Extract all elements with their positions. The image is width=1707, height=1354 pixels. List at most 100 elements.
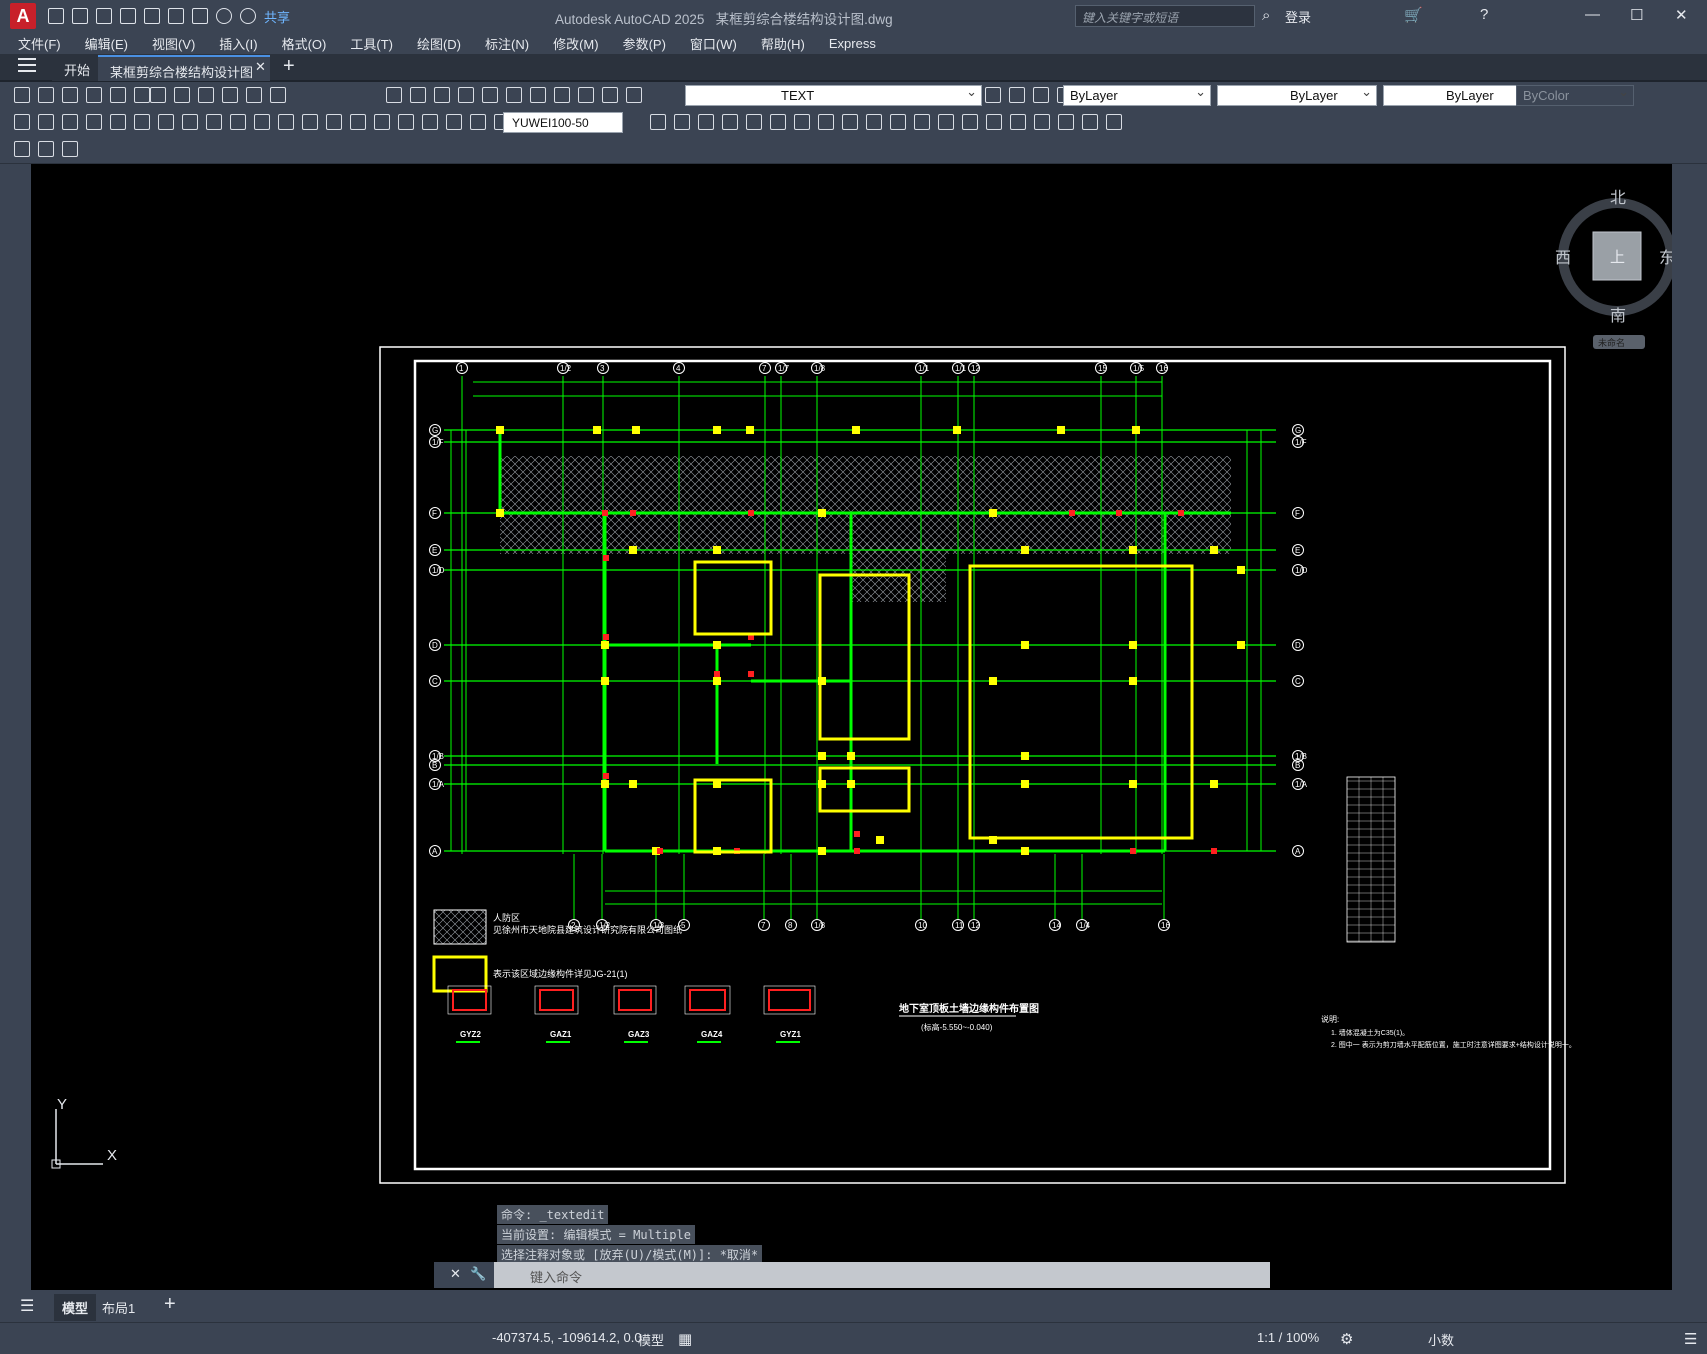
toolbar-tool-icon[interactable] [890, 114, 906, 130]
menu-dimension[interactable]: 标注(N) [485, 34, 529, 53]
toolbar-tool-icon[interactable] [14, 87, 30, 103]
toolbar-tool-icon[interactable] [38, 87, 54, 103]
add-layout-icon[interactable]: + [164, 1293, 176, 1316]
toolbar-tool-icon[interactable] [818, 114, 834, 130]
toolbar-tool-icon[interactable] [1009, 87, 1025, 103]
toolbar-tool-icon[interactable] [770, 114, 786, 130]
toolbar-tool-icon[interactable] [38, 114, 54, 130]
drawing-canvas[interactable]: G G 1/F 1/F F F E E 1/D 1/D D D C C 1/B 1/B B B 1/A 1/A A A 1 1… [31, 164, 1676, 1290]
menu-express[interactable]: Express [829, 36, 876, 51]
toolbar-tool-icon[interactable] [986, 114, 1002, 130]
menu-format[interactable]: 格式(O) [282, 34, 327, 53]
redo-icon[interactable] [240, 8, 256, 24]
toolbar-tool-icon[interactable] [1058, 114, 1074, 130]
color-dropdown[interactable]: ByLayer [1063, 84, 1211, 106]
customize-icon[interactable]: ☰ [1684, 1330, 1697, 1348]
toolbar-tool-icon[interactable] [650, 114, 666, 130]
toolbar-tool-icon[interactable] [110, 87, 126, 103]
tab-close-icon[interactable]: ✕ [255, 59, 266, 75]
toolbar-tool-icon[interactable] [350, 114, 366, 130]
toolbar-tool-icon[interactable] [866, 114, 882, 130]
toolbar-tool-icon[interactable] [530, 87, 546, 103]
toolbar-tool-icon[interactable] [62, 87, 78, 103]
new-tab-icon[interactable]: + [283, 55, 295, 78]
toolbar-tool-icon[interactable] [578, 87, 594, 103]
dimstyle-dropdown[interactable]: YUWEI100-50 [503, 112, 623, 133]
toolbar-tool-icon[interactable] [38, 141, 54, 157]
toolbar-tool-icon[interactable] [386, 87, 402, 103]
toolbar-tool-icon[interactable] [62, 114, 78, 130]
toolbar-tool-icon[interactable] [222, 87, 238, 103]
toolbar-tool-icon[interactable] [150, 87, 166, 103]
command-input[interactable]: 键入命令 [494, 1262, 1270, 1288]
menu-view[interactable]: 视图(V) [152, 34, 195, 53]
toolbar-tool-icon[interactable] [410, 87, 426, 103]
menu-icon[interactable] [18, 58, 36, 72]
command-close-icon[interactable]: ✕ [450, 1266, 461, 1282]
toolbar-tool-icon[interactable] [134, 87, 150, 103]
toolbar-tool-icon[interactable] [446, 114, 462, 130]
toolbar-tool-icon[interactable] [246, 87, 262, 103]
grid-icon[interactable]: ▦ [678, 1330, 692, 1348]
menu-edit[interactable]: 编辑(E) [85, 34, 128, 53]
toolbar-tool-icon[interactable] [746, 114, 762, 130]
cart-icon[interactable]: 🛒 [1404, 6, 1423, 24]
toolbar-tool-icon[interactable] [470, 114, 486, 130]
toolbar-tool-icon[interactable] [198, 87, 214, 103]
toolbar-tool-icon[interactable] [86, 87, 102, 103]
toolbar-tool-icon[interactable] [134, 114, 150, 130]
print-icon[interactable] [192, 8, 208, 24]
toolbar-tool-icon[interactable] [182, 114, 198, 130]
close-icon[interactable]: ✕ [1675, 6, 1688, 24]
toolbar-tool-icon[interactable] [722, 114, 738, 130]
undo-icon[interactable] [216, 8, 232, 24]
annotation-scale[interactable]: 1:1 / 100% [1257, 1330, 1319, 1345]
units-dropdown[interactable]: 小数 [1428, 1330, 1454, 1349]
menu-draw[interactable]: 绘图(D) [417, 34, 461, 53]
linetype-dropdown[interactable]: ByLayer [1217, 84, 1377, 106]
layout-menu-icon[interactable]: ☰ [20, 1296, 34, 1316]
toolbar-tool-icon[interactable] [434, 87, 450, 103]
tab-document[interactable]: 某框剪综合楼结构设计图* [98, 55, 270, 96]
toolbar-tool-icon[interactable] [326, 114, 342, 130]
toolbar-tool-icon[interactable] [914, 114, 930, 130]
search-icon[interactable]: ⌕ [1262, 7, 1270, 24]
settings-icon[interactable]: ⚙ [1340, 1330, 1353, 1348]
toolbar-tool-icon[interactable] [626, 87, 642, 103]
minimize-icon[interactable]: — [1585, 6, 1600, 23]
help-icon[interactable]: ? [1480, 6, 1488, 23]
toolbar-tool-icon[interactable] [1010, 114, 1026, 130]
search-input[interactable]: 键入关键字或短语 [1075, 5, 1255, 27]
toolbar-tool-icon[interactable] [14, 114, 30, 130]
export-icon[interactable] [168, 8, 184, 24]
autocad-logo-icon[interactable]: A [10, 3, 36, 29]
tab-model[interactable]: 模型 [54, 1294, 97, 1321]
menu-insert[interactable]: 插入(I) [219, 34, 257, 53]
toolbar-tool-icon[interactable] [398, 114, 414, 130]
toolbar-tool-icon[interactable] [270, 87, 286, 103]
plotstyle-dropdown[interactable]: ByColor [1516, 84, 1634, 106]
save-icon[interactable] [96, 8, 112, 24]
publish-icon[interactable] [144, 8, 160, 24]
toolbar-tool-icon[interactable] [278, 114, 294, 130]
saveas-icon[interactable] [120, 8, 136, 24]
model-space-button[interactable]: 模型 [638, 1330, 664, 1349]
toolbar-tool-icon[interactable] [962, 114, 978, 130]
layer-dropdown[interactable]: TEXT [685, 84, 982, 106]
coordinates-readout[interactable]: -407374.5, -109614.2, 0.0 [492, 1330, 642, 1345]
menu-help[interactable]: 帮助(H) [761, 34, 805, 53]
menu-window[interactable]: 窗口(W) [690, 34, 737, 53]
toolbar-tool-icon[interactable] [110, 114, 126, 130]
toolbar-tool-icon[interactable] [302, 114, 318, 130]
toolbar-tool-icon[interactable] [938, 114, 954, 130]
toolbar-tool-icon[interactable] [422, 114, 438, 130]
login-button[interactable]: 登录 [1285, 7, 1311, 26]
maximize-icon[interactable]: ☐ [1630, 6, 1643, 24]
tab-start[interactable]: 开始 [52, 55, 103, 81]
share-button[interactable]: 共享 [264, 7, 290, 26]
toolbar-tool-icon[interactable] [698, 114, 714, 130]
menu-tools[interactable]: 工具(T) [350, 34, 393, 53]
toolbar-tool-icon[interactable] [985, 87, 1001, 103]
toolbar-tool-icon[interactable] [482, 87, 498, 103]
toolbar-tool-icon[interactable] [86, 114, 102, 130]
